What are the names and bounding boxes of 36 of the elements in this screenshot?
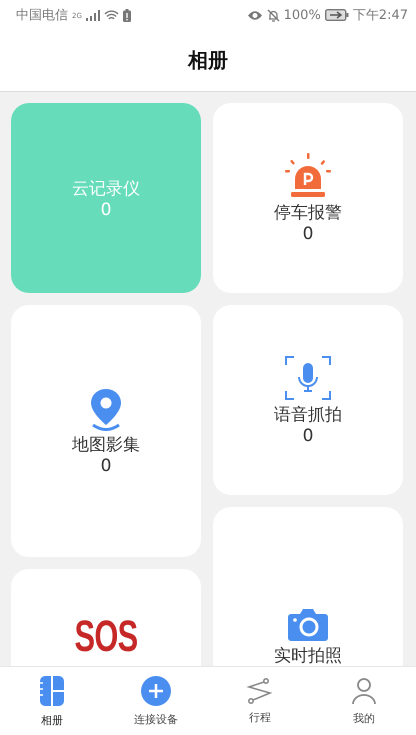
eye-icon xyxy=(246,10,263,20)
nav-tab[interactable]: 相册 xyxy=(0,667,104,735)
album-label: 实时拍照 xyxy=(274,644,342,666)
album-label: 语音抓拍 xyxy=(274,404,342,426)
album-label: 地图影集 xyxy=(72,434,140,456)
microphone-icon xyxy=(284,355,332,401)
album-label: 停车报警 xyxy=(274,202,342,224)
person-icon xyxy=(351,676,377,704)
battery-charging-icon xyxy=(324,9,349,21)
album-count: 0 xyxy=(100,458,112,475)
clock-time: 下午2:47 xyxy=(352,7,408,24)
album-count: 0 xyxy=(302,428,314,445)
page-title: 相册 xyxy=(188,47,228,74)
album-count: 0 xyxy=(302,226,314,243)
battery-percentage: 100% xyxy=(284,8,321,22)
location-pin-icon xyxy=(88,387,124,431)
plus-icon xyxy=(141,676,171,706)
camera-icon xyxy=(287,608,329,642)
signal-icon xyxy=(86,10,100,20)
album-card[interactable]: 实时拍照 xyxy=(213,507,403,666)
carrier-name: 中国电信 xyxy=(16,7,68,24)
battery-alert-icon xyxy=(122,8,131,22)
sos-logo: SOS xyxy=(74,613,138,662)
album-label: 云记录仪 xyxy=(72,178,140,200)
siren-icon xyxy=(283,153,333,199)
nav-tab[interactable]: 连接设备 xyxy=(104,667,208,735)
album-card[interactable]: 停车报警 0 xyxy=(213,103,403,293)
wifi-icon xyxy=(104,10,119,20)
album-card[interactable]: 地图影集 0 xyxy=(11,305,201,557)
nav-tab[interactable]: 行程 xyxy=(208,667,312,735)
bell-off-icon xyxy=(266,8,280,22)
album-count: 0 xyxy=(100,202,112,219)
nav-tab[interactable]: 我的 xyxy=(312,667,416,735)
album-card[interactable]: SOS xyxy=(11,569,201,666)
route-icon xyxy=(246,678,274,704)
album-card[interactable]: 语音抓拍 0 xyxy=(213,305,403,495)
